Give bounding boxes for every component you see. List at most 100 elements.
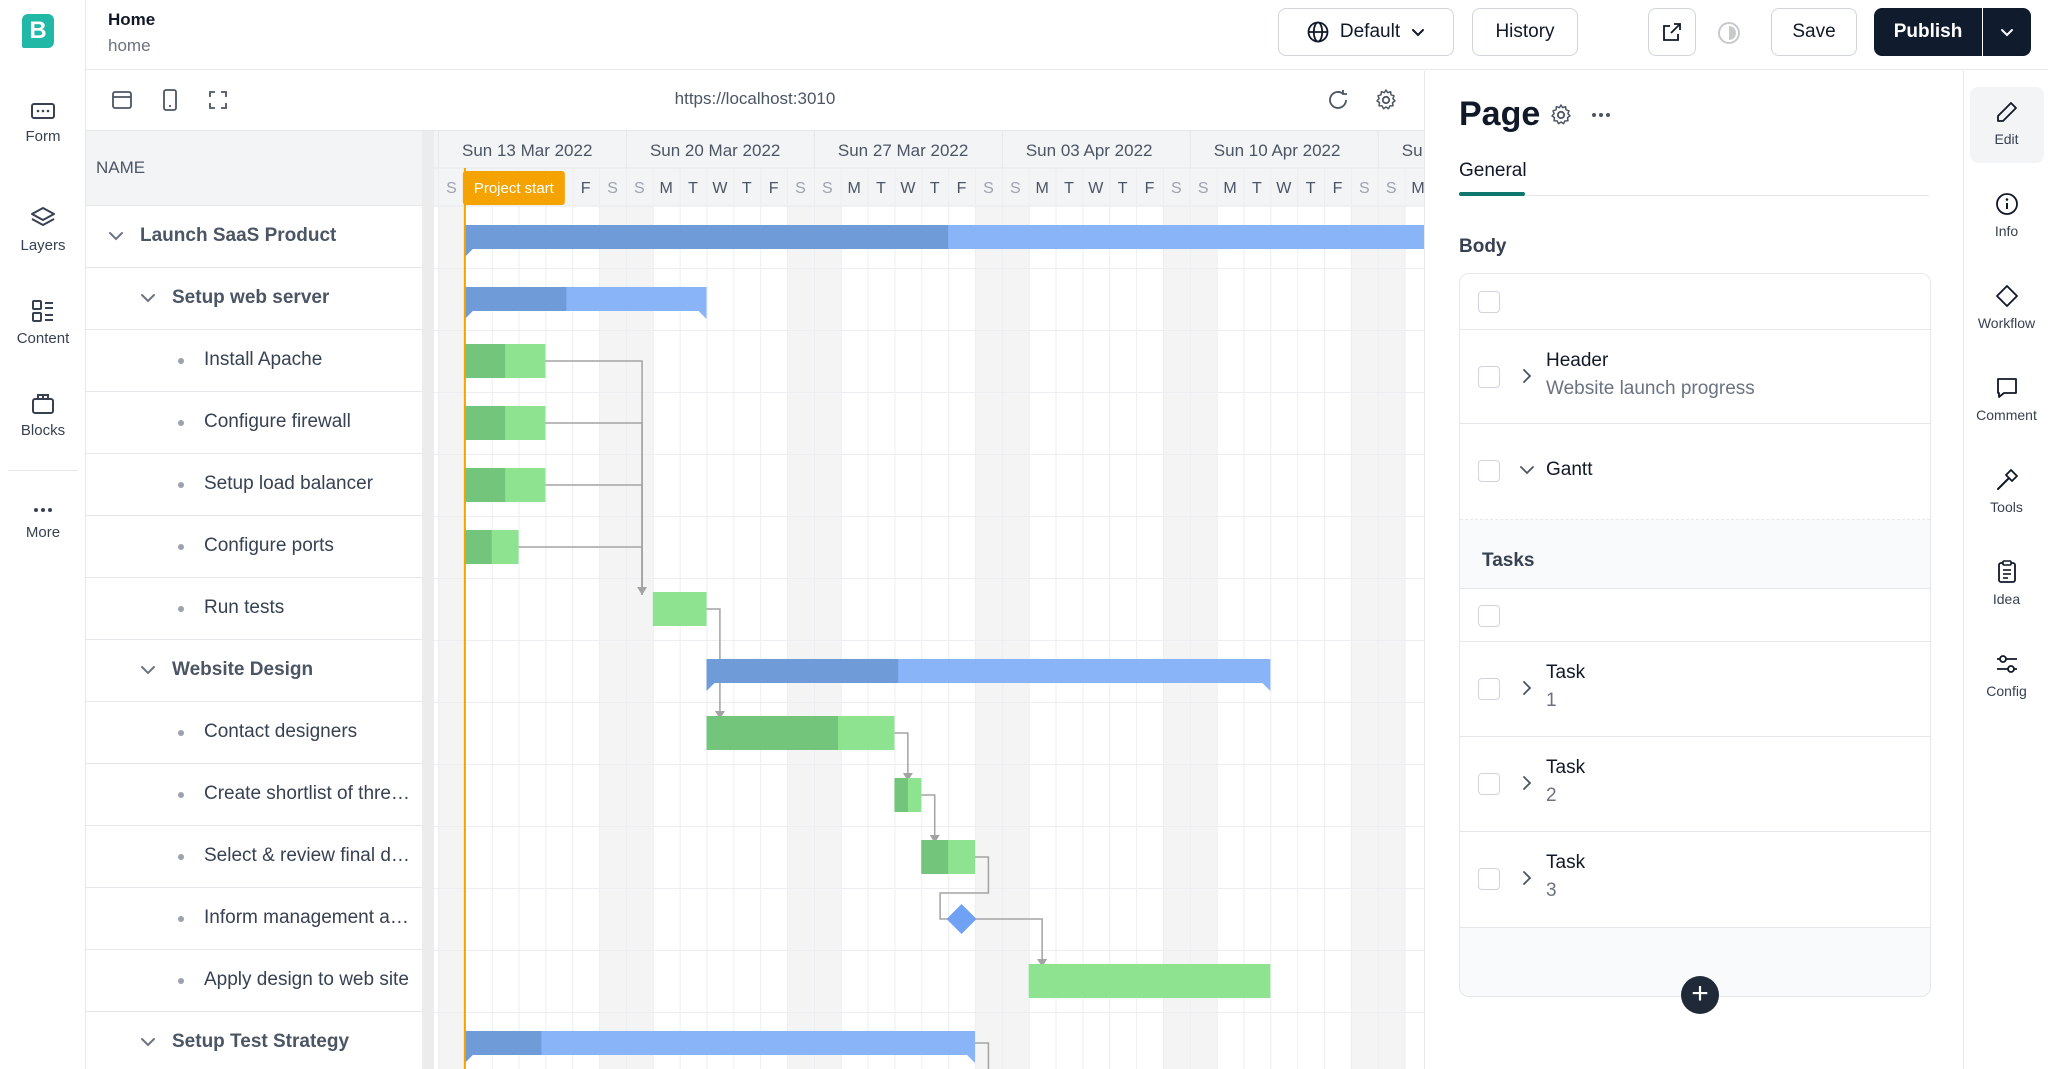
body-root-row[interactable]	[1460, 274, 1930, 330]
page-settings-icon[interactable]	[1549, 103, 1573, 127]
tree-item-title: Task	[1546, 757, 1586, 778]
gantt-task-row[interactable]: Run tests	[86, 578, 422, 640]
day-letter: W	[1088, 180, 1104, 197]
tree-item-task[interactable]: Task 2	[1460, 737, 1930, 832]
gantt-task-row[interactable]: Create shortlist of thre…	[86, 764, 422, 826]
rail-form[interactable]: Form	[0, 100, 86, 145]
publish-options-button[interactable]	[1983, 8, 2031, 56]
select-checkbox[interactable]	[1478, 868, 1500, 890]
tasks-root-row[interactable]	[1460, 588, 1930, 642]
bullet-icon	[178, 544, 184, 550]
timeline[interactable]: Sun 13 Mar 2022 Sun 20 Mar 2022 Sun 27 Mar…	[434, 131, 1424, 1069]
chevron-right-icon[interactable]	[1518, 367, 1536, 385]
tree-item-task[interactable]: Task 1	[1460, 642, 1930, 737]
chevron-right-icon[interactable]	[1518, 774, 1536, 792]
rail-info-label: Info	[1994, 223, 2019, 239]
column-resizer[interactable]	[422, 131, 434, 1069]
task-bar	[1028, 964, 1271, 998]
select-checkbox[interactable]	[1478, 291, 1500, 313]
tree-item-task[interactable]: Task 3	[1460, 832, 1930, 928]
day-letter: T	[688, 180, 698, 197]
more-options-icon[interactable]	[1589, 107, 1613, 123]
task-name: Install Apache	[204, 349, 323, 370]
gantt-task-row[interactable]: Contact designers	[86, 702, 422, 764]
gantt-task-row[interactable]: Setup load balancer	[86, 454, 422, 516]
chevron-down-icon[interactable]	[138, 288, 158, 308]
chevron-right-icon[interactable]	[1518, 869, 1536, 887]
select-checkbox[interactable]	[1478, 773, 1500, 795]
rail-comment[interactable]: Comment	[1964, 375, 2048, 423]
contrast-icon[interactable]	[1716, 20, 1742, 46]
week-label: Sun 10 Apr 2022	[1214, 141, 1341, 160]
rail-info[interactable]: Info	[1964, 191, 2048, 239]
gantt-task-row[interactable]: Install Apache	[86, 330, 422, 392]
name-column-header: NAME	[86, 131, 422, 206]
select-checkbox[interactable]	[1478, 605, 1500, 627]
rail-idea-label: Idea	[1992, 591, 2021, 607]
weekend-shade	[813, 206, 841, 1069]
select-checkbox[interactable]	[1478, 460, 1500, 482]
rail-workflow[interactable]: Workflow	[1964, 283, 2048, 331]
rail-tools[interactable]: Tools	[1964, 467, 2048, 515]
day-letter: T	[1252, 180, 1262, 197]
task-progress	[464, 344, 506, 378]
rail-more[interactable]: More	[0, 502, 86, 541]
day-letter: F	[1145, 180, 1155, 197]
select-checkbox[interactable]	[1478, 366, 1500, 388]
rail-config-label: Config	[1986, 683, 2027, 699]
content-icon	[32, 300, 53, 322]
gantt-task-row[interactable]: Configure firewall	[86, 392, 422, 454]
day-letter: T	[930, 180, 940, 197]
rail-blocks[interactable]: Blocks	[0, 392, 86, 439]
open-preview-button[interactable]	[1648, 8, 1696, 56]
select-checkbox[interactable]	[1478, 678, 1500, 700]
refresh-icon[interactable]	[1326, 88, 1350, 112]
active-tab-indicator	[1459, 192, 1525, 196]
chevron-down-icon[interactable]	[1518, 461, 1536, 479]
gantt-group-row[interactable]: Setup web server	[86, 268, 422, 330]
rail-layers[interactable]: Layers	[0, 205, 86, 254]
day-letter: T	[1306, 180, 1316, 197]
rail-comment-label: Comment	[1976, 407, 2037, 423]
save-button[interactable]: Save	[1771, 8, 1857, 56]
rail-edit[interactable]: Edit	[1964, 99, 2048, 147]
gantt-task-row[interactable]: Apply design to web site	[86, 950, 422, 1012]
rail-idea[interactable]: Idea	[1964, 559, 2048, 607]
clipboard-icon	[1997, 560, 2016, 583]
gantt-task-row[interactable]: Configure ports	[86, 516, 422, 578]
right-rail: Edit Info Workflow Comment Tools Idea Co…	[1963, 71, 2048, 1069]
bullet-icon	[178, 854, 184, 860]
task-name: Setup load balancer	[204, 473, 374, 494]
gantt-task-row[interactable]: Inform management a…	[86, 888, 422, 950]
chevron-down-icon[interactable]	[138, 1032, 158, 1052]
gear-icon[interactable]	[1374, 88, 1398, 112]
weekend-shade	[1189, 206, 1217, 1069]
gantt-group-row[interactable]: Website Design	[86, 640, 422, 702]
chevron-down-icon[interactable]	[106, 226, 126, 246]
add-item-button[interactable]: +	[1681, 976, 1719, 1014]
app-logo[interactable]: B	[22, 14, 54, 48]
task-progress	[464, 406, 506, 440]
gantt-group-row[interactable]: Setup Test Strategy	[86, 1012, 422, 1069]
page-title: Home	[108, 10, 156, 29]
chevron-right-icon[interactable]	[1518, 679, 1536, 697]
history-button[interactable]: History	[1472, 8, 1578, 56]
bullet-icon	[178, 358, 184, 364]
tree-item-gantt[interactable]: Gantt	[1460, 424, 1930, 520]
locale-dropdown[interactable]: Default	[1278, 8, 1454, 56]
tab-general[interactable]: General	[1459, 160, 1527, 182]
tree-item-header[interactable]: Header Website launch progress	[1460, 330, 1930, 424]
publish-button[interactable]: Publish	[1874, 8, 1982, 56]
gantt-group-row[interactable]: Launch SaaS Product	[86, 206, 422, 268]
gantt-task-row[interactable]: Select & review final d…	[86, 826, 422, 888]
rail-workflow-label: Workflow	[1977, 315, 2036, 331]
rail-config[interactable]: Config	[1964, 651, 2048, 699]
rail-content[interactable]: Content	[0, 298, 86, 347]
bullet-icon	[178, 792, 184, 798]
day-letter: S	[983, 180, 994, 197]
chevron-down-icon[interactable]	[138, 660, 158, 680]
task-name: Configure ports	[204, 535, 334, 556]
day-letter: S	[607, 180, 618, 197]
day-letter: T	[1064, 180, 1074, 197]
tree-item-title: Task	[1546, 852, 1586, 873]
